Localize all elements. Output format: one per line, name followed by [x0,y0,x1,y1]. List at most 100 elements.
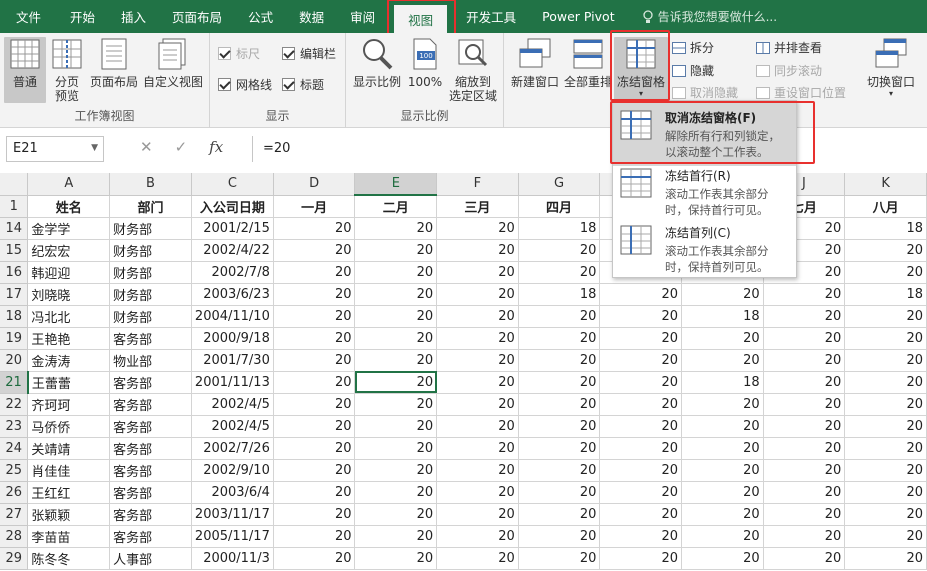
grid-cell[interactable]: 客务部 [109,415,192,438]
grid-cell[interactable]: 2003/6/4 [191,481,274,504]
grid-cell[interactable]: 客务部 [109,525,192,548]
grid-cell[interactable]: 20 [681,503,764,526]
page-layout-button[interactable]: 页面布局 [90,37,138,89]
grid-cell[interactable]: 20 [436,481,519,504]
grid-cell[interactable]: 20 [763,393,846,416]
grid-cell[interactable]: 20 [354,283,438,306]
grid-cell[interactable]: 20 [354,547,438,570]
grid-cell[interactable]: 20 [599,547,682,570]
grid-cell[interactable]: 20 [599,393,682,416]
grid-cell[interactable]: 20 [354,503,438,526]
grid-cell[interactable]: 20 [681,481,764,504]
zoom-to-selection-button[interactable]: 缩放到 选定区域 [448,37,498,103]
grid-cell[interactable]: 20 [681,459,764,482]
row-header[interactable]: 24 [0,437,29,460]
grid-cell[interactable]: 2005/11/17 [191,525,274,548]
grid-cell[interactable]: 2000/11/3 [191,547,274,570]
row-header[interactable]: 14 [0,217,29,240]
grid-cell[interactable]: 20 [518,393,601,416]
grid-cell[interactable]: 20 [844,415,927,438]
grid-cell[interactable]: 20 [354,261,438,284]
grid-cell[interactable]: 客务部 [109,481,192,504]
grid-cell[interactable]: 20 [599,327,682,350]
grid-cell[interactable]: 20 [273,415,356,438]
row-header[interactable]: 27 [0,503,29,526]
grid-cell[interactable]: 20 [354,437,438,460]
grid-cell[interactable]: 20 [273,283,356,306]
grid-cell[interactable]: 20 [273,305,356,328]
reset-window-position-button[interactable]: 重设窗口位置 [756,84,846,101]
unfreeze-panes-item[interactable]: 取消冻结窗格(F) 解除所有行和列锁定， 以滚动整个工作表。 [613,103,796,166]
grid-cell[interactable]: 20 [599,283,682,306]
grid-cell[interactable]: 20 [599,481,682,504]
grid-cell[interactable]: 齐珂珂 [27,393,111,416]
grid-cell[interactable]: 2002/7/8 [191,261,274,284]
grid-cell[interactable]: 2002/9/10 [191,459,274,482]
grid-cell[interactable]: 20 [763,349,846,372]
headings-checkbox[interactable]: 标题 [282,76,324,93]
row-header[interactable]: 19 [0,327,29,350]
column-title-cell[interactable]: 姓名 [27,195,111,218]
grid-cell[interactable]: 2003/11/17 [191,503,274,526]
enter-icon[interactable]: ✓ [175,138,188,156]
grid-cell[interactable]: 20 [273,371,356,394]
grid-cell[interactable]: 20 [436,415,519,438]
grid-cell[interactable]: 财务部 [109,239,192,262]
grid-cell[interactable]: 王艳艳 [27,327,111,350]
grid-cell[interactable]: 客务部 [109,371,192,394]
grid-cell[interactable]: 20 [844,459,927,482]
row-header[interactable]: 25 [0,459,29,482]
grid-cell[interactable]: 20 [436,305,519,328]
grid-cell[interactable]: 20 [681,525,764,548]
grid-cell[interactable]: 物业部 [109,349,192,372]
grid-cell[interactable]: 18 [518,217,601,240]
grid-cell[interactable]: 财务部 [109,283,192,306]
tell-me-box[interactable]: 告诉我您想要做什么... [642,8,777,25]
grid-cell[interactable]: 20 [273,217,356,240]
grid-cell[interactable]: 20 [763,481,846,504]
grid-cell[interactable]: 20 [844,437,927,460]
tab-file[interactable]: 文件 [0,0,57,33]
grid-cell[interactable]: 20 [844,305,927,328]
tab-page-layout[interactable]: 页面布局 [159,0,235,33]
grid-cell[interactable]: 20 [354,349,438,372]
grid-cell[interactable]: 20 [273,459,356,482]
row-header[interactable]: 20 [0,349,29,372]
column-header-k[interactable]: K [844,173,927,196]
unhide-button[interactable]: 取消隐藏 [672,84,738,101]
grid-cell[interactable]: 20 [844,481,927,504]
sync-scroll-button[interactable]: 同步滚动 [756,62,822,79]
column-title-cell[interactable]: 三月 [436,195,519,218]
grid-cell[interactable]: 20 [763,305,846,328]
row-header[interactable]: 21 [0,371,29,394]
grid-cell[interactable]: 20 [354,305,438,328]
grid-cell[interactable]: 20 [844,239,927,262]
grid-cell[interactable]: 纪宏宏 [27,239,111,262]
grid-cell[interactable]: 20 [354,371,438,394]
grid-cell[interactable]: 王蕾蕾 [27,371,111,394]
grid-cell[interactable]: 20 [844,371,927,394]
column-header-g[interactable]: G [518,173,601,196]
grid-cell[interactable]: 20 [763,371,846,394]
grid-cell[interactable]: 20 [681,349,764,372]
column-header-a[interactable]: A [27,173,111,196]
column-header-e[interactable]: E [354,173,438,196]
grid-cell[interactable]: 20 [599,437,682,460]
switch-windows-button[interactable]: 切换窗口 ▾ [864,37,918,99]
grid-cell[interactable]: 20 [518,349,601,372]
formula-input[interactable]: =20 [252,136,927,162]
grid-cell[interactable]: 20 [681,393,764,416]
grid-cell[interactable]: 20 [844,547,927,570]
column-header-f[interactable]: F [436,173,519,196]
column-title-cell[interactable]: 部门 [109,195,192,218]
column-title-cell[interactable]: 一月 [273,195,356,218]
grid-cell[interactable]: 20 [763,503,846,526]
grid-cell[interactable]: 20 [273,481,356,504]
grid-cell[interactable]: 20 [518,547,601,570]
arrange-all-button[interactable]: 全部重排 [564,37,612,89]
grid-cell[interactable]: 人事部 [109,547,192,570]
name-box-dropdown-icon[interactable]: ▼ [91,143,98,153]
grid-cell[interactable]: 20 [436,283,519,306]
grid-cell[interactable]: 20 [354,217,438,240]
grid-cell[interactable]: 20 [436,217,519,240]
